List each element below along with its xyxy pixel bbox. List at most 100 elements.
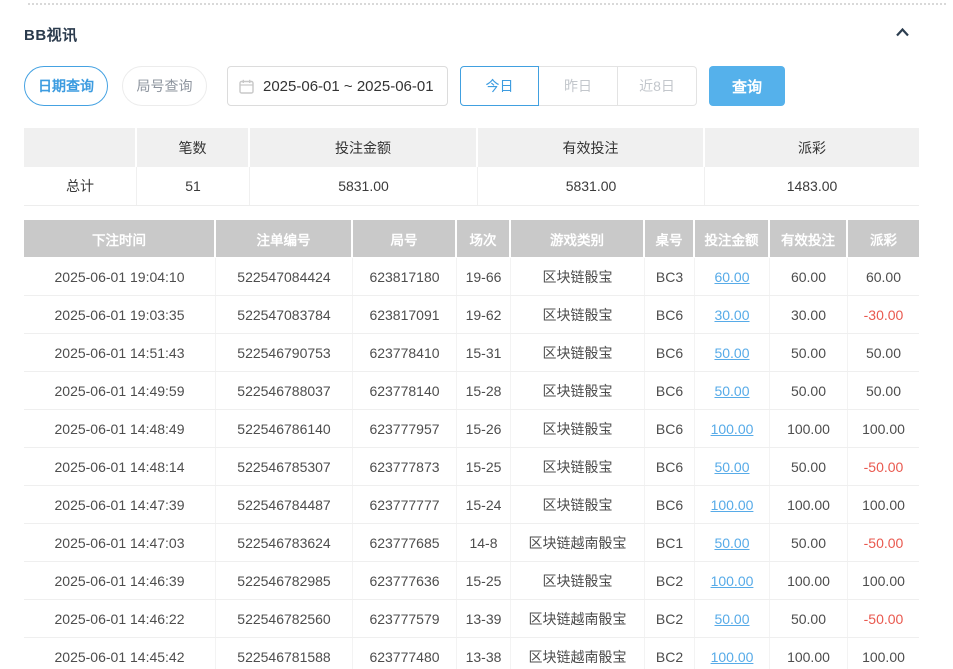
cell-game-type: 区块链骰宝	[511, 410, 645, 447]
col-session: 场次	[457, 220, 511, 257]
quick-range-today[interactable]: 今日	[460, 66, 539, 106]
cell-valid-bet: 50.00	[770, 372, 848, 409]
cell-table-no: BC1	[645, 524, 695, 561]
cell-bet-id: 522546790753	[216, 334, 353, 371]
col-payout: 派彩	[848, 220, 919, 257]
cell-bet-id: 522547084424	[216, 258, 353, 295]
cell-session: 15-31	[457, 334, 511, 371]
cell-game-type: 区块链越南骰宝	[511, 600, 645, 637]
cell-table-no: BC2	[645, 562, 695, 599]
bet-amount-link[interactable]: 100.00	[695, 410, 770, 447]
date-query-tab[interactable]: 日期查询	[24, 66, 108, 106]
cell-bet-time: 2025-06-01 19:04:10	[24, 258, 216, 295]
summary-header-count: 笔数	[137, 128, 250, 167]
round-query-tab[interactable]: 局号查询	[122, 66, 207, 106]
cell-valid-bet: 50.00	[770, 600, 848, 637]
bet-amount-link[interactable]: 60.00	[695, 258, 770, 295]
cell-round-no: 623777957	[353, 410, 457, 447]
bet-amount-link[interactable]: 100.00	[695, 638, 770, 669]
cell-bet-time: 2025-06-01 14:48:49	[24, 410, 216, 447]
collapse-section-button[interactable]	[894, 25, 911, 44]
cell-session: 19-62	[457, 296, 511, 333]
cell-payout: 60.00	[848, 258, 919, 295]
bet-table-header: 下注时间 注单编号 局号 场次 游戏类别 桌号 投注金额 有效投注 派彩	[24, 220, 919, 257]
cell-round-no: 623777873	[353, 448, 457, 485]
cell-bet-time: 2025-06-01 14:46:39	[24, 562, 216, 599]
cell-table-no: BC3	[645, 258, 695, 295]
cell-payout: 50.00	[848, 372, 919, 409]
cell-payout: -50.00	[848, 600, 919, 637]
cell-table-no: BC2	[645, 638, 695, 669]
table-row: 2025-06-01 14:46:22 522546782560 6237775…	[24, 600, 919, 638]
col-round-no: 局号	[353, 220, 457, 257]
cell-table-no: BC6	[645, 486, 695, 523]
table-row: 2025-06-01 19:04:10 522547084424 6238171…	[24, 258, 919, 296]
table-row: 2025-06-01 14:45:42 522546781588 6237774…	[24, 638, 919, 669]
summary-total-payout: 1483.00	[705, 167, 919, 205]
bet-amount-link[interactable]: 50.00	[695, 372, 770, 409]
bet-table-body: 2025-06-01 19:04:10 522547084424 6238171…	[24, 258, 919, 669]
bet-amount-link[interactable]: 100.00	[695, 486, 770, 523]
cell-table-no: BC6	[645, 372, 695, 409]
cell-payout: 100.00	[848, 486, 919, 523]
cell-round-no: 623777777	[353, 486, 457, 523]
quick-range-last8days[interactable]: 近8日	[618, 66, 697, 106]
cell-round-no: 623777579	[353, 600, 457, 637]
bet-amount-link[interactable]: 30.00	[695, 296, 770, 333]
cell-bet-time: 2025-06-01 14:49:59	[24, 372, 216, 409]
cell-table-no: BC6	[645, 410, 695, 447]
cell-valid-bet: 100.00	[770, 486, 848, 523]
summary-header-payout: 派彩	[705, 128, 919, 167]
cell-payout: -50.00	[848, 524, 919, 561]
table-row: 2025-06-01 19:03:35 522547083784 6238170…	[24, 296, 919, 334]
table-row: 2025-06-01 14:46:39 522546782985 6237776…	[24, 562, 919, 600]
cell-payout: 100.00	[848, 562, 919, 599]
cell-valid-bet: 50.00	[770, 524, 848, 561]
cell-payout: 50.00	[848, 334, 919, 371]
quick-range-yesterday[interactable]: 昨日	[539, 66, 618, 106]
cell-payout: 100.00	[848, 410, 919, 447]
bet-amount-link[interactable]: 50.00	[695, 600, 770, 637]
search-button[interactable]: 查询	[709, 66, 785, 106]
cell-game-type: 区块链骰宝	[511, 258, 645, 295]
table-row: 2025-06-01 14:47:03 522546783624 6237776…	[24, 524, 919, 562]
cell-table-no: BC6	[645, 334, 695, 371]
cell-round-no: 623777636	[353, 562, 457, 599]
cell-game-type: 区块链骰宝	[511, 334, 645, 371]
cell-bet-time: 2025-06-01 14:47:03	[24, 524, 216, 561]
cell-valid-bet: 100.00	[770, 410, 848, 447]
cell-session: 14-8	[457, 524, 511, 561]
col-table-no: 桌号	[645, 220, 695, 257]
cell-valid-bet: 30.00	[770, 296, 848, 333]
cell-table-no: BC6	[645, 448, 695, 485]
cell-bet-id: 522546783624	[216, 524, 353, 561]
cell-bet-time: 2025-06-01 14:51:43	[24, 334, 216, 371]
cell-session: 15-24	[457, 486, 511, 523]
table-row: 2025-06-01 14:48:14 522546785307 6237778…	[24, 448, 919, 486]
date-range-input[interactable]: 2025-06-01 ~ 2025-06-01	[227, 66, 448, 106]
cell-payout: 100.00	[848, 638, 919, 669]
cell-round-no: 623777685	[353, 524, 457, 561]
cell-game-type: 区块链骰宝	[511, 372, 645, 409]
page-title: BB视讯	[24, 24, 78, 45]
cell-round-no: 623817091	[353, 296, 457, 333]
cell-valid-bet: 60.00	[770, 258, 848, 295]
cell-game-type: 区块链骰宝	[511, 448, 645, 485]
cell-round-no: 623778410	[353, 334, 457, 371]
cell-table-no: BC6	[645, 296, 695, 333]
cell-session: 15-26	[457, 410, 511, 447]
bet-amount-link[interactable]: 50.00	[695, 524, 770, 561]
table-row: 2025-06-01 14:51:43 522546790753 6237784…	[24, 334, 919, 372]
bet-amount-link[interactable]: 100.00	[695, 562, 770, 599]
bet-table: 下注时间 注单编号 局号 场次 游戏类别 桌号 投注金额 有效投注 派彩 202…	[24, 220, 919, 669]
cell-game-type: 区块链骰宝	[511, 296, 645, 333]
cell-game-type: 区块链越南骰宝	[511, 638, 645, 669]
cell-bet-time: 2025-06-01 14:45:42	[24, 638, 216, 669]
bet-amount-link[interactable]: 50.00	[695, 448, 770, 485]
col-bet-id: 注单编号	[216, 220, 353, 257]
col-bet-time: 下注时间	[24, 220, 216, 257]
cell-session: 15-25	[457, 448, 511, 485]
bet-amount-link[interactable]: 50.00	[695, 334, 770, 371]
table-row: 2025-06-01 14:49:59 522546788037 6237781…	[24, 372, 919, 410]
cell-payout: -30.00	[848, 296, 919, 333]
